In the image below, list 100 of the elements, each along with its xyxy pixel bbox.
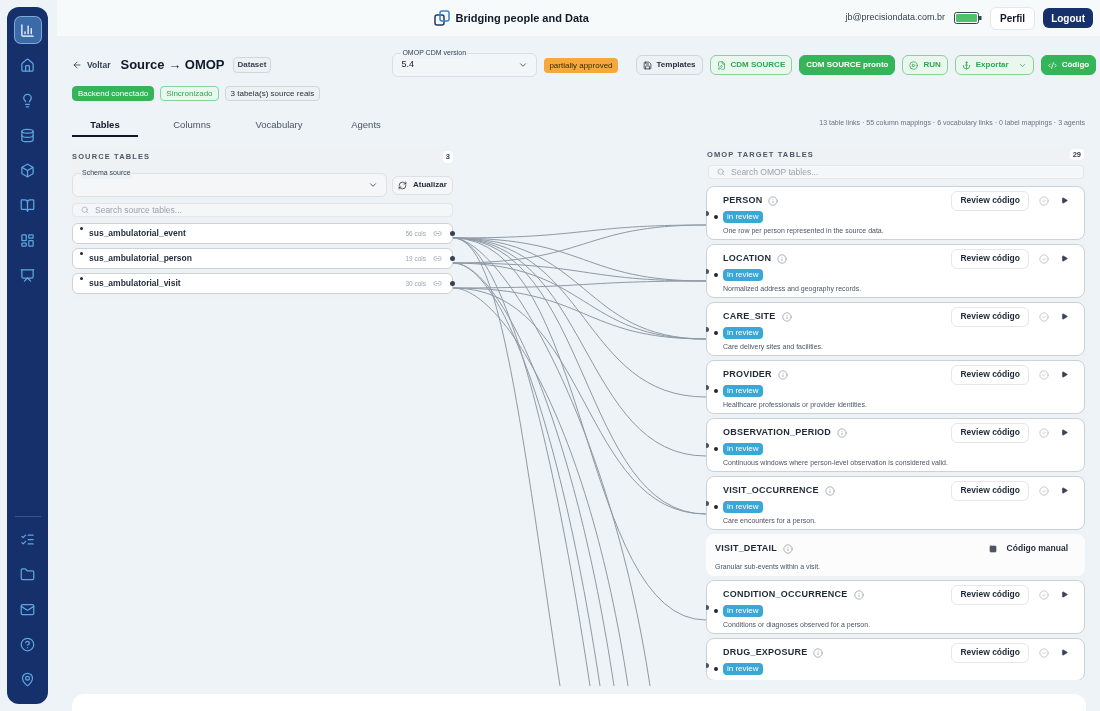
connection-handle[interactable] xyxy=(706,211,709,217)
table-name: VISIT_DETAIL xyxy=(715,542,778,555)
table-name: CARE_SITE xyxy=(723,310,776,323)
table-name: CONDITION_OCCURRENCE xyxy=(723,588,848,601)
table-name: LOCATION xyxy=(723,252,772,265)
expand-caret-icon[interactable] xyxy=(1061,429,1068,437)
sidebar-icon xyxy=(20,267,35,283)
target-search-field[interactable]: Search OMOP tables... xyxy=(708,165,1084,180)
connection-handle[interactable] xyxy=(450,231,455,236)
tab[interactable]: Columns xyxy=(159,115,225,137)
sidebar-icon xyxy=(20,162,35,178)
back-link[interactable]: Voltar xyxy=(72,58,111,72)
sidebar-icon xyxy=(20,22,35,38)
check-icon[interactable] xyxy=(1039,485,1049,496)
manual-code-label: Código manual xyxy=(1006,542,1068,556)
page-title: Source → OMOP xyxy=(120,56,225,75)
tab[interactable]: Tables xyxy=(72,115,138,137)
connection-handle[interactable] xyxy=(706,501,709,507)
expand-caret-icon[interactable] xyxy=(1061,197,1068,205)
tab[interactable]: Agents xyxy=(333,115,399,137)
connection-handle[interactable] xyxy=(450,256,455,261)
sidebar-icon xyxy=(20,127,35,143)
logo-icon xyxy=(433,10,450,26)
connection-handle[interactable] xyxy=(706,385,709,391)
expand-caret-icon[interactable] xyxy=(1061,649,1068,657)
table-name: VISIT_OCCURRENCE xyxy=(723,484,819,497)
check-icon[interactable] xyxy=(1039,427,1049,438)
review-button[interactable]: Review código xyxy=(951,364,1029,385)
check-icon[interactable] xyxy=(1039,195,1049,206)
review-button[interactable]: Review código xyxy=(951,584,1029,605)
status-tag: Sincronizado xyxy=(160,86,219,101)
profile-button[interactable]: Perfil xyxy=(990,6,1036,30)
sidebar-item[interactable] xyxy=(14,17,41,43)
expand-caret-icon[interactable] xyxy=(1061,313,1068,321)
tab[interactable]: Vocabulary xyxy=(246,115,312,137)
sidebar-icon xyxy=(20,531,35,547)
source-search-field[interactable]: Search source tables... xyxy=(72,203,453,217)
button-icon xyxy=(1047,60,1057,70)
review-button[interactable]: Review código xyxy=(951,306,1029,327)
status-badge: in review xyxy=(723,269,763,282)
logout-button[interactable]: Logout xyxy=(1043,8,1093,28)
button-icon xyxy=(961,60,971,70)
sidebar-icon xyxy=(20,636,35,652)
status-badge: in review xyxy=(723,605,763,618)
search-icon xyxy=(717,168,725,177)
review-button[interactable]: Review código xyxy=(951,190,1029,211)
source-table-name: sus_ambulatorial_visit xyxy=(89,277,181,290)
check-icon[interactable] xyxy=(1039,369,1049,380)
expand-caret-icon[interactable] xyxy=(1061,371,1068,379)
connection-handle[interactable] xyxy=(706,327,709,333)
battery-icon xyxy=(954,12,983,24)
connection-handle[interactable] xyxy=(706,269,709,275)
source-table-name: sus_ambulatorial_event xyxy=(89,227,186,240)
expand-caret-icon[interactable] xyxy=(1061,591,1068,599)
review-button[interactable]: Review código xyxy=(951,248,1029,269)
sidebar-icon xyxy=(20,57,35,73)
search-icon xyxy=(81,206,89,214)
sidebar-icon xyxy=(20,232,35,248)
status-tag: 3 tabela(s) source reais xyxy=(224,86,321,101)
sidebar-icon xyxy=(20,671,35,687)
status-badge: in review xyxy=(723,327,763,340)
expand-caret-icon[interactable] xyxy=(1061,487,1068,495)
back-arrow-icon xyxy=(72,60,82,70)
review-button[interactable]: Review código xyxy=(951,642,1029,663)
check-icon[interactable] xyxy=(1039,311,1049,322)
connection-handle[interactable] xyxy=(706,443,709,449)
approval-badge: partially approved xyxy=(544,57,618,73)
refresh-button[interactable]: Atualizar xyxy=(392,175,453,195)
status-badge: in review xyxy=(723,211,763,224)
status-badge: in review xyxy=(723,663,763,676)
button-icon xyxy=(716,60,726,70)
sidebar-icon xyxy=(20,197,35,213)
sidebar-icon xyxy=(20,601,35,617)
review-button[interactable]: Review código xyxy=(951,422,1029,443)
table-name: PROVIDER xyxy=(723,368,772,381)
dataset-tag: Dataset xyxy=(232,57,272,73)
sidebar-icon xyxy=(20,92,35,108)
connection-handle[interactable] xyxy=(450,281,455,286)
connection-handle[interactable] xyxy=(706,663,709,669)
source-table-name: sus_ambulatorial_person xyxy=(89,252,192,265)
chevron-down-icon xyxy=(368,180,378,190)
status-badge: in review xyxy=(723,443,763,456)
check-icon[interactable] xyxy=(1039,647,1049,658)
connection-handle[interactable] xyxy=(706,605,709,611)
review-button[interactable]: Review código xyxy=(951,480,1029,501)
button-icon xyxy=(909,60,919,70)
status-tag: Backend conectado xyxy=(72,86,155,101)
table-name: OBSERVATION_PERIOD xyxy=(723,426,832,439)
chevron-down-icon xyxy=(518,60,529,70)
target-table-card[interactable]: DRUG_EXPOSURE Review código in review xyxy=(706,638,1085,680)
toolbar-button[interactable]: Templates xyxy=(635,55,703,75)
status-badge: in review xyxy=(723,501,763,514)
table-name: DRUG_EXPOSURE xyxy=(723,646,808,659)
expand-caret-icon[interactable] xyxy=(1061,255,1068,263)
button-icon xyxy=(642,60,652,70)
user-email: jb@precisiondata.com.br xyxy=(845,11,946,25)
check-icon[interactable] xyxy=(1039,253,1049,264)
check-icon[interactable] xyxy=(1039,589,1049,600)
table-name: PERSON xyxy=(723,194,763,207)
manual-code-icon xyxy=(988,544,997,553)
